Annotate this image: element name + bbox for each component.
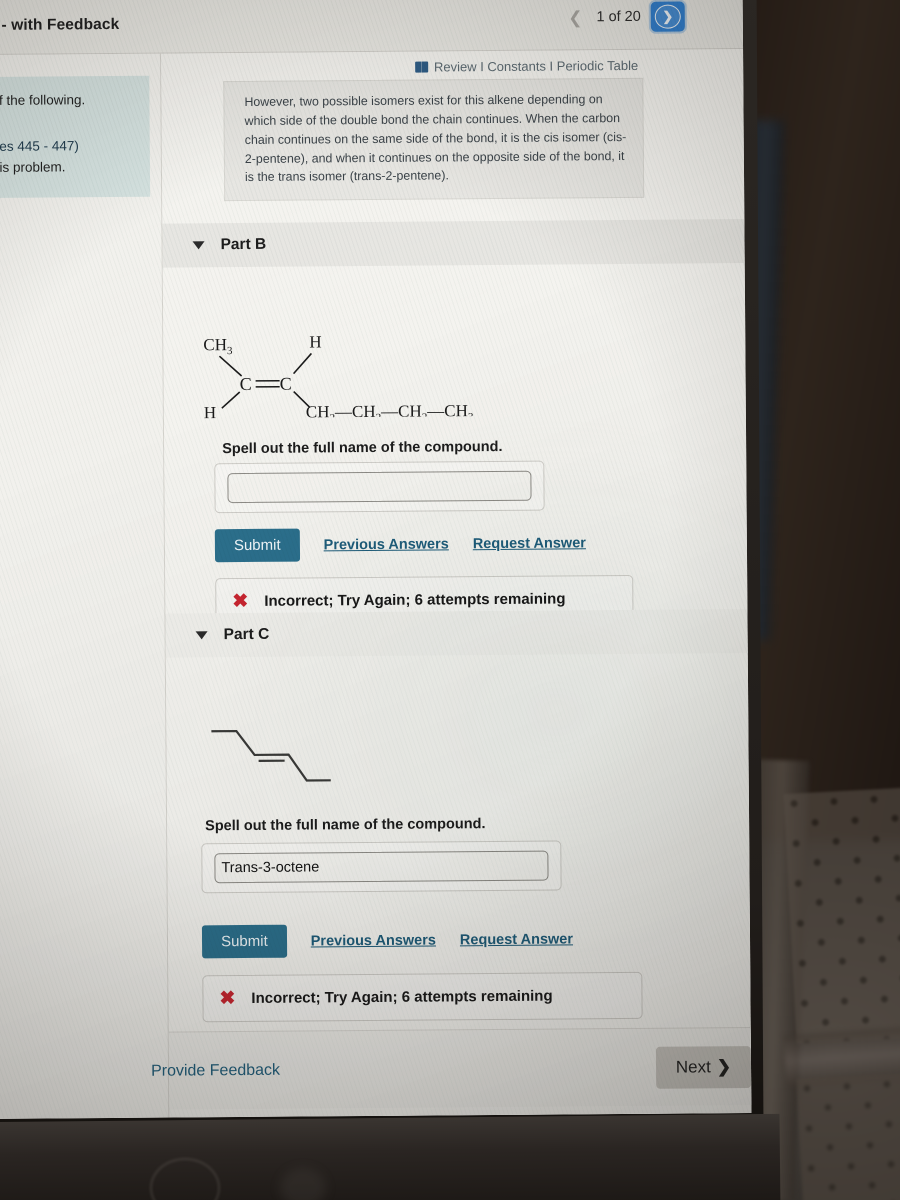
next-question-button[interactable]: ❯	[650, 1, 685, 32]
book-icon	[414, 61, 428, 73]
caret-down-icon[interactable]	[192, 241, 205, 250]
background-perforated-panel-lower	[796, 1071, 900, 1200]
resource-links[interactable]: Review I Constants I Periodic Table	[414, 57, 639, 75]
part-c-feedback-banner: ✖ Incorrect; Try Again; 6 attempts remai…	[202, 971, 643, 1023]
part-c-actions: Submit Previous Answers Request Answer	[201, 922, 573, 959]
main-content: Review I Constants I Periodic Table Howe…	[151, 49, 752, 1118]
photo-scene: ed - with Feedback ❮ 1 of 20 ❯ of the fo…	[0, 0, 900, 1200]
x-mark-icon: ✖	[232, 590, 249, 613]
x-mark-icon: ✖	[219, 988, 236, 1010]
background-perforated-panel	[783, 786, 900, 1044]
resource-links-label: Review I Constants I Periodic Table	[433, 57, 639, 75]
caret-down-icon[interactable]	[195, 631, 208, 640]
top-bar: ed - with Feedback ❮ 1 of 20 ❯	[0, 0, 744, 55]
part-b-feedback-text: Incorrect; Try Again; 6 attempts remaini…	[264, 590, 566, 610]
svg-text:CH3: CH3	[203, 335, 233, 357]
part-c-feedback-text: Incorrect; Try Again; 6 attempts remaini…	[251, 987, 553, 1007]
part-b-actions: Submit Previous Answers Request Answer	[214, 526, 586, 563]
part-b-answer-input[interactable]	[227, 470, 532, 504]
page-counter: 1 of 20	[596, 8, 641, 26]
part-c-label: Part C	[223, 625, 270, 644]
sidebar-line-3: his problem.	[0, 159, 66, 176]
problem-description-text: However, two possible isomers exist for …	[244, 92, 627, 185]
page-title: ed - with Feedback	[0, 15, 120, 34]
chevron-right-icon: ❯	[654, 4, 681, 29]
screen: ed - with Feedback ❮ 1 of 20 ❯ of the fo…	[0, 0, 752, 1119]
svg-text:H: H	[204, 403, 216, 418]
part-c-request-answer-link[interactable]: Request Answer	[460, 931, 573, 948]
part-b-answer-container	[214, 460, 545, 514]
part-b-submit-button[interactable]: Submit	[214, 528, 300, 563]
provide-feedback-link[interactable]: Provide Feedback	[145, 1060, 286, 1081]
part-c-header[interactable]: Part C	[165, 609, 748, 658]
part-c-answer-input[interactable]	[214, 850, 549, 884]
pagination: ❮ 1 of 20 ❯	[564, 1, 685, 33]
svg-text:C: C	[240, 374, 252, 394]
footer-bar: Provide Feedback Next ❯	[151, 1027, 752, 1110]
sidebar-info-card: of the following. ges 445 - 447) his pro…	[0, 75, 151, 198]
svg-text:CH2—CH2—CH2—CH3: CH2—CH2—CH2—CH3	[306, 401, 474, 418]
device-camera-dot	[280, 1168, 326, 1200]
device-bezel-bottom	[0, 1113, 781, 1200]
part-c-structure	[211, 729, 331, 782]
part-c-submit-button[interactable]: Submit	[201, 924, 287, 959]
sidebar-line-2: ges 445 - 447)	[0, 137, 79, 154]
problem-description: However, two possible isomers exist for …	[223, 77, 645, 202]
part-c-answer-container	[201, 840, 562, 894]
part-b-request-answer-link[interactable]: Request Answer	[473, 535, 586, 552]
part-b-label: Part B	[220, 235, 267, 254]
svg-text:H: H	[309, 332, 321, 351]
chevron-right-icon: ❯	[716, 1056, 732, 1076]
next-button[interactable]: Next ❯	[655, 1045, 752, 1089]
chevron-left-icon[interactable]: ❮	[564, 8, 586, 27]
part-b-header[interactable]: Part B	[162, 219, 745, 268]
part-b-structure: CH3 H C C H CH2—CH2—CH2—CH3	[203, 332, 474, 418]
part-b-previous-answers-link[interactable]: Previous Answers	[324, 536, 449, 553]
part-c-previous-answers-link[interactable]: Previous Answers	[311, 932, 436, 949]
svg-text:C: C	[280, 374, 292, 394]
part-c-prompt: Spell out the full name of the compound.	[205, 816, 486, 835]
sidebar-line-1: of the following.	[0, 92, 86, 108]
part-b-prompt: Spell out the full name of the compound.	[222, 438, 503, 458]
sidebar: of the following. ges 445 - 447) his pro…	[0, 53, 170, 1119]
next-button-label: Next	[675, 1056, 711, 1077]
